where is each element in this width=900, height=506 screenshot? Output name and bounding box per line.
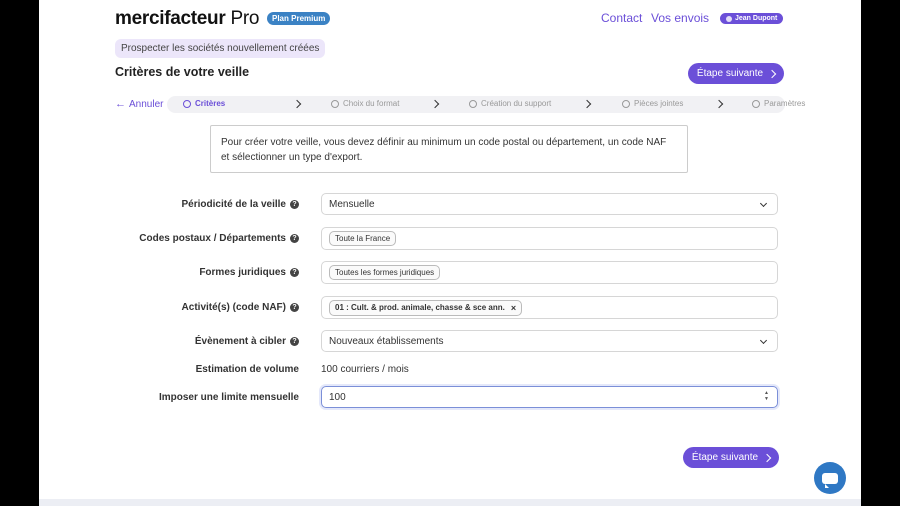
user-name: Jean Dupont xyxy=(735,15,778,22)
periodicity-select[interactable]: Mensuelle xyxy=(321,193,778,215)
step-label: Critères xyxy=(195,99,226,108)
chat-bubble-icon xyxy=(822,472,838,488)
step-circle-icon xyxy=(752,99,760,108)
event-value: Nouveaux établissements xyxy=(329,335,444,347)
user-icon xyxy=(726,15,732,22)
next-step-label: Étape suivante xyxy=(691,452,759,463)
logo-text: mercifacteur xyxy=(115,8,226,29)
event-select[interactable]: Nouveaux établissements xyxy=(321,330,778,352)
logo-suffix: Pro xyxy=(230,8,260,29)
number-stepper[interactable]: ▲ ▼ xyxy=(764,391,769,402)
cancel-label: Annuler xyxy=(129,98,164,110)
legal-forms-tag[interactable]: Toutes les formes juridiques xyxy=(329,265,441,280)
legal-forms-multiselect[interactable]: Toutes les formes juridiques xyxy=(321,261,778,284)
logo[interactable]: mercifacteur Pro xyxy=(115,8,259,30)
event-label-text: Évènement à cibler xyxy=(194,336,286,347)
legal-forms-label-text: Formes juridiques xyxy=(199,267,286,278)
step-creation-support[interactable]: Création du support xyxy=(469,99,551,108)
chevron-right-icon xyxy=(714,99,724,109)
postal-tag-label: Toute la France xyxy=(335,234,391,243)
legal-forms-label: Formes juridiques ? xyxy=(199,267,299,278)
step-circle-icon xyxy=(469,99,477,108)
postal-tag[interactable]: Toute la France xyxy=(329,231,397,246)
step-pieces-jointes[interactable]: Pièces jointes xyxy=(622,99,683,108)
naf-tag[interactable]: 01 : Cult. & prod. animale, chasse & sce… xyxy=(329,299,523,316)
stepper-bar: Critères Choix du format Création du sup… xyxy=(167,96,805,113)
postal-multiselect[interactable]: Toute la France xyxy=(321,227,778,250)
next-step-label: Étape suivante xyxy=(696,68,764,79)
help-icon[interactable]: ? xyxy=(290,200,299,209)
monthly-limit-input[interactable]: 100 ▲ ▼ xyxy=(321,386,778,408)
estimate-label-text: Estimation de volume xyxy=(195,364,299,375)
step-choix-format[interactable]: Choix du format xyxy=(331,99,399,108)
step-label: Paramètres xyxy=(764,99,806,108)
limit-label: Imposer une limite mensuelle xyxy=(159,392,299,403)
step-label: Pièces jointes xyxy=(634,99,684,108)
footer-strip xyxy=(39,499,861,506)
naf-multiselect[interactable]: 01 : Cult. & prod. animale, chasse & sce… xyxy=(321,296,778,319)
nav-contact-link[interactable]: Contact xyxy=(601,11,642,25)
step-parametres[interactable]: Paramètres xyxy=(752,99,805,108)
legal-forms-tag-label: Toutes les formes juridiques xyxy=(335,268,435,277)
monthly-limit-value: 100 xyxy=(329,391,346,403)
user-menu-button[interactable]: Jean Dupont xyxy=(720,13,784,24)
section-title: Critères de votre veille xyxy=(115,65,250,79)
chevron-right-icon xyxy=(767,69,777,78)
help-icon[interactable]: ? xyxy=(290,303,299,312)
postal-label-text: Codes postaux / Départements xyxy=(139,233,286,244)
stepper: ← Annuler Critères Choix du format Créat… xyxy=(115,96,805,113)
plan-badge: Plan Premium xyxy=(267,12,331,25)
chevron-right-icon xyxy=(762,453,772,462)
estimate-label: Estimation de volume xyxy=(196,364,299,375)
page-container: mercifacteur Pro Plan Premium Contact Vo… xyxy=(39,0,861,506)
help-icon[interactable]: ? xyxy=(290,234,299,243)
postal-label: Codes postaux / Départements ? xyxy=(139,233,299,244)
step-circle-icon xyxy=(331,99,339,108)
estimate-value: 100 courriers / mois xyxy=(321,364,409,375)
step-circle-icon xyxy=(183,99,191,108)
periodicity-label: Périodicité de la veille ? xyxy=(181,199,299,210)
chevron-right-icon xyxy=(582,99,592,109)
next-step-button-top[interactable]: Étape suivante xyxy=(688,63,784,84)
limit-label-text: Imposer une limite mensuelle xyxy=(158,392,299,403)
step-label: Création du support xyxy=(481,99,552,108)
periodicity-label-text: Périodicité de la veille xyxy=(181,199,287,210)
cancel-button[interactable]: ← Annuler xyxy=(115,98,163,110)
naf-tag-label: 01 : Cult. & prod. animale, chasse & sce… xyxy=(335,303,505,312)
chat-button[interactable] xyxy=(814,462,846,494)
next-step-button-bottom[interactable]: Étape suivante xyxy=(683,447,779,468)
help-icon[interactable]: ? xyxy=(290,268,299,277)
chevron-right-icon xyxy=(292,99,302,109)
naf-label-text: Activité(s) (code NAF) xyxy=(181,302,286,313)
chevron-down-icon xyxy=(759,199,768,208)
naf-label: Activité(s) (code NAF) ? xyxy=(182,302,299,313)
campaign-title: Prospecter les sociétés nouvellement cré… xyxy=(115,39,326,58)
nav-envois-link[interactable]: Vos envois xyxy=(651,11,709,25)
step-circle-icon xyxy=(622,99,630,108)
chevron-down-icon xyxy=(759,336,768,345)
help-icon[interactable]: ? xyxy=(290,337,299,346)
arrow-left-icon: ← xyxy=(115,98,126,110)
event-label: Évènement à cibler ? xyxy=(195,336,299,347)
close-icon[interactable]: × xyxy=(511,303,516,313)
periodicity-value: Mensuelle xyxy=(329,198,375,210)
step-criteres[interactable]: Critères xyxy=(183,99,225,108)
info-box: Pour créer votre veille, vous devez défi… xyxy=(210,125,688,173)
stepper-down-icon[interactable]: ▼ xyxy=(764,397,769,402)
step-label: Choix du format xyxy=(343,99,400,108)
chevron-right-icon xyxy=(430,99,440,109)
